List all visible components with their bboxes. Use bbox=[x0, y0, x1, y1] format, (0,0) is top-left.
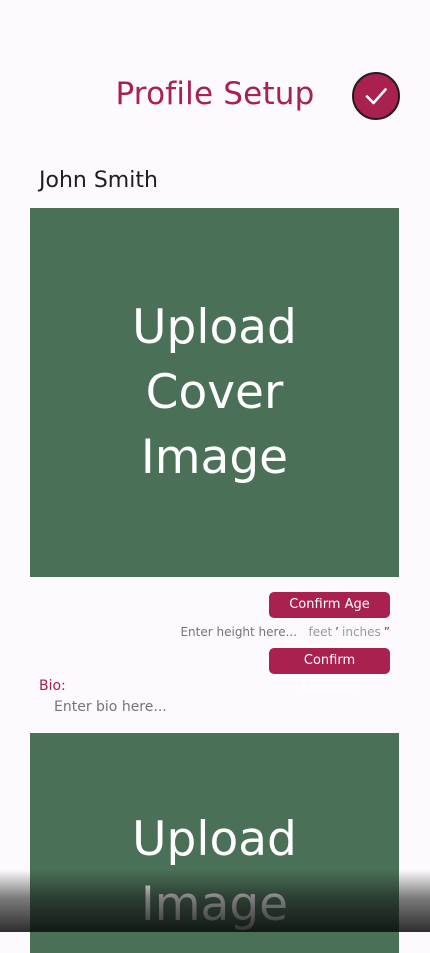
upload-image-button[interactable]: Upload Image bbox=[30, 733, 399, 953]
confirm-profile-button[interactable] bbox=[352, 72, 400, 120]
feet-label: feet bbox=[308, 625, 333, 639]
bio-input[interactable] bbox=[54, 699, 394, 715]
upload-image-label: Upload Image bbox=[132, 807, 297, 937]
confirm-age-button[interactable]: Confirm Age bbox=[269, 592, 390, 618]
feet-mark: ’ bbox=[335, 625, 339, 639]
height-input[interactable] bbox=[180, 625, 306, 639]
upload-image-line-2: Image bbox=[140, 877, 289, 932]
upload-image-line-1: Upload bbox=[132, 812, 297, 867]
upload-cover-line-3: Image bbox=[140, 430, 289, 485]
upload-cover-image-label: Upload Cover Image bbox=[132, 295, 297, 490]
height-entry: feet ’ inches ” bbox=[180, 625, 390, 639]
upload-cover-line-1: Upload bbox=[132, 300, 297, 355]
upload-cover-line-2: Cover bbox=[145, 365, 284, 420]
inches-mark: ” bbox=[383, 625, 390, 639]
checkmark-icon bbox=[365, 88, 387, 105]
upload-cover-image-button[interactable]: Upload Cover Image bbox=[30, 208, 399, 577]
user-name: John Smith bbox=[39, 168, 158, 193]
bio-label: Bio: bbox=[39, 678, 66, 694]
inches-label: inches bbox=[342, 625, 381, 639]
confirm-location-button[interactable]: Confirm Location bbox=[269, 648, 390, 694]
